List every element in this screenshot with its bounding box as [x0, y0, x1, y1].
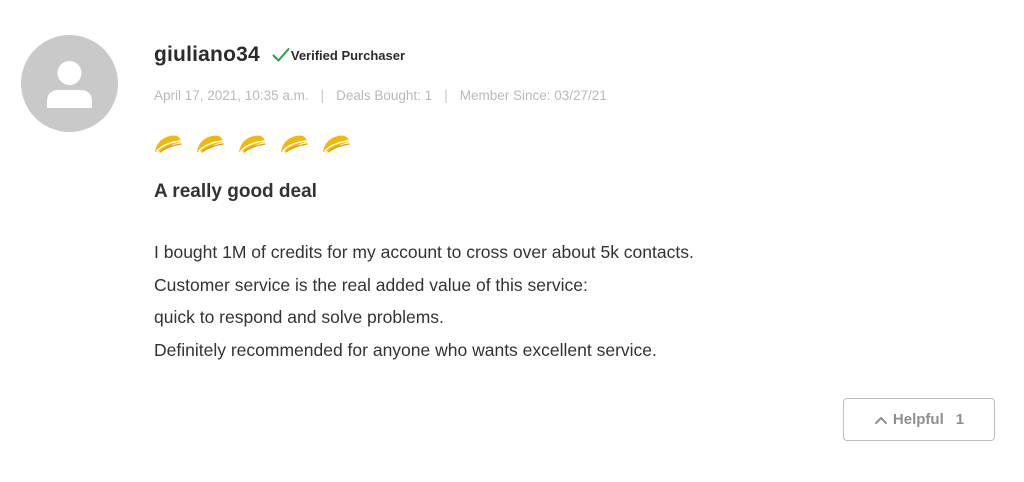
taco-icon — [197, 135, 224, 153]
member-since: Member Since: 03/27/21 — [459, 88, 607, 103]
helpful-label: Helpful — [892, 411, 944, 428]
meta-separator: | — [320, 88, 325, 103]
deals-bought: Deals Bought: 1 — [336, 88, 433, 103]
helpful-button[interactable]: Helpful 1 — [843, 398, 995, 441]
review-header: giuliano34 Verified Purchaser — [154, 40, 405, 70]
taco-icon — [323, 135, 350, 153]
review-body: I bought 1M of credits for my account to… — [154, 236, 694, 366]
review-body-line: Customer service is the real added value… — [154, 274, 588, 295]
check-icon — [272, 48, 290, 62]
review-date: April 17, 2021, 10:35 a.m. — [154, 88, 309, 103]
taco-icon — [155, 135, 182, 153]
taco-rating — [153, 133, 351, 155]
review-card: giuliano34 Verified Purchaser April 17, … — [0, 0, 1024, 482]
review-body-line: I bought 1M of credits for my account to… — [154, 242, 694, 262]
review-body-line: Definitely recommended for anyone who wa… — [154, 339, 657, 360]
verified-badge: Verified Purchaser — [272, 47, 405, 63]
meta-separator: | — [444, 88, 448, 103]
helpful-count: 1 — [955, 411, 965, 428]
taco-icon — [281, 135, 308, 153]
verified-label: Verified Purchaser — [290, 47, 406, 63]
chevron-up-icon — [874, 416, 887, 424]
review-body-line: quick to respond and solve problems. — [154, 307, 444, 327]
username[interactable]: giuliano34 — [154, 43, 260, 67]
avatar[interactable] — [21, 35, 118, 132]
review-title: A really good deal — [154, 181, 317, 202]
review-meta: April 17, 2021, 10:35 a.m. | Deals Bough… — [154, 88, 607, 103]
user-silhouette-icon — [47, 61, 92, 108]
taco-icon — [239, 135, 266, 153]
